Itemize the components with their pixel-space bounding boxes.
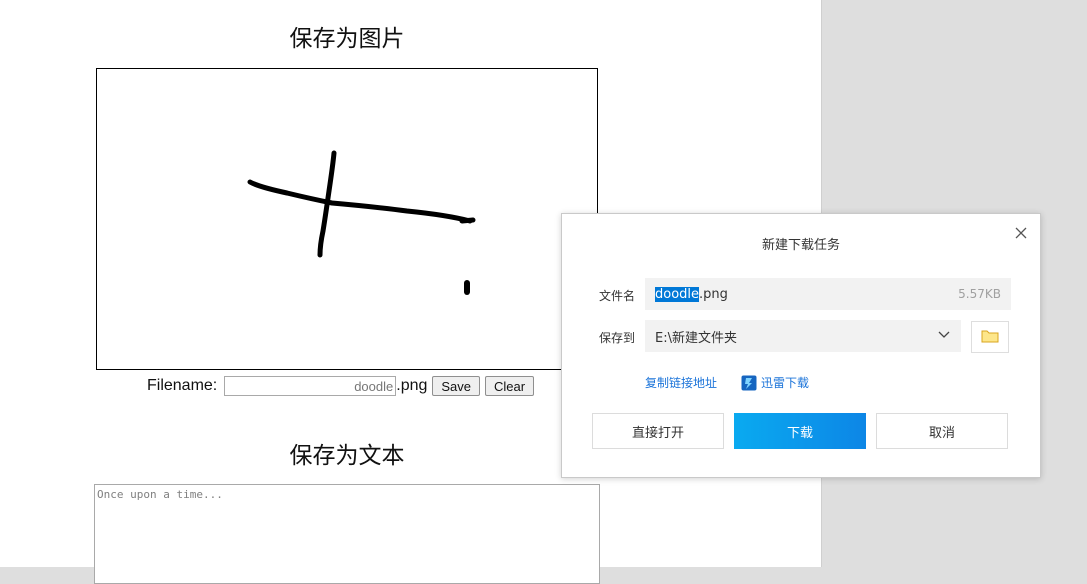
chevron-down-icon <box>937 329 951 344</box>
filename-selected-text: doodle <box>655 286 700 302</box>
image-section-title: 保存为图片 <box>289 26 405 52</box>
drawing-canvas[interactable] <box>96 68 598 370</box>
filename-label: Filename: <box>147 377 218 394</box>
save-button[interactable]: Save <box>432 376 481 396</box>
doodle-strokes <box>247 150 476 295</box>
close-icon[interactable] <box>1012 224 1030 242</box>
thunder-icon <box>741 375 757 391</box>
folder-icon <box>981 328 999 346</box>
thunder-download-label: 迅雷下载 <box>761 376 810 390</box>
dialog-title: 新建下载任务 <box>761 238 840 253</box>
copy-link-button[interactable]: 复制链接地址 <box>645 374 717 391</box>
filename-extension: .png <box>396 377 428 394</box>
browse-folder-button[interactable] <box>971 321 1009 353</box>
thunder-download-link[interactable]: 迅雷下载 <box>741 374 809 391</box>
download-dialog: 新建下载任务 文件名 doodle .png 5.57KB 保存到 E:\新建文件… <box>561 213 1041 478</box>
save-path-value: E:\新建文件夹 <box>655 330 737 346</box>
filename-input[interactable] <box>224 376 397 396</box>
dialog-filename-field[interactable]: doodle .png 5.57KB <box>645 278 1011 310</box>
cancel-button[interactable]: 取消 <box>876 413 1008 449</box>
filename-row: Filename: .png Save Clear <box>147 374 535 398</box>
save-to-label: 保存到 <box>599 331 636 345</box>
clear-button[interactable]: Clear <box>485 376 535 396</box>
filename-field-label: 文件名 <box>599 289 636 303</box>
story-textarea[interactable] <box>94 484 600 584</box>
filename-rest-text: .png <box>699 286 728 302</box>
save-path-select[interactable]: E:\新建文件夹 <box>645 320 961 352</box>
open-directly-button[interactable]: 直接打开 <box>592 413 724 449</box>
download-button[interactable]: 下载 <box>734 413 866 449</box>
file-size: 5.57KB <box>958 287 1001 301</box>
